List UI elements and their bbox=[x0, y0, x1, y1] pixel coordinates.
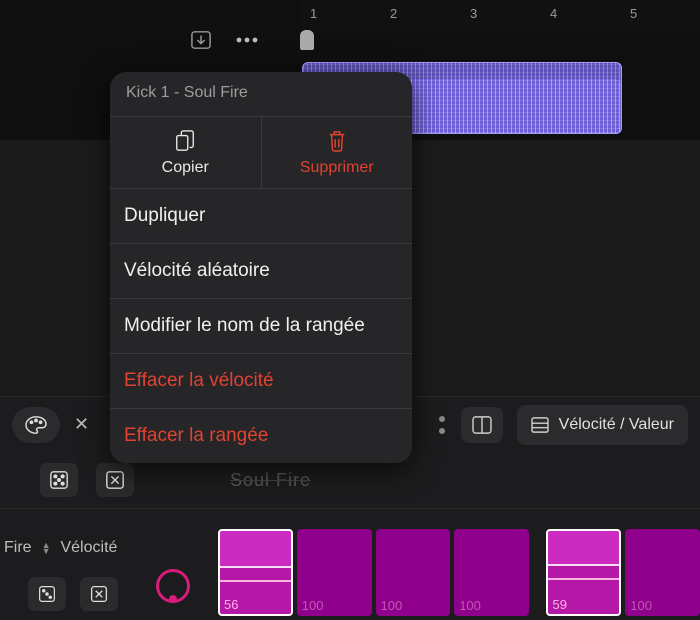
bar-number: 4 bbox=[550, 6, 557, 21]
delete-button[interactable]: Supprimer bbox=[262, 117, 413, 188]
row-tools bbox=[28, 577, 118, 611]
row-lane-label: Vélocité bbox=[60, 539, 117, 557]
menu-item-random-velocity[interactable]: Vélocité aléatoire bbox=[110, 243, 412, 298]
bar-number: 1 bbox=[310, 6, 317, 21]
step-cell[interactable]: 100 bbox=[454, 529, 529, 616]
bar-number: 5 bbox=[630, 6, 637, 21]
drag-handle-icon[interactable] bbox=[439, 416, 445, 434]
edit-mode-label: Vélocité / Valeur bbox=[559, 416, 674, 434]
menu-item-clear-velocity[interactable]: Effacer la vélocité bbox=[110, 353, 412, 408]
delete-label: Supprimer bbox=[300, 159, 374, 177]
dice-button[interactable] bbox=[40, 463, 78, 497]
step-sequencer-row: Fire ▲▼ Vélocité 56 100 100 100 59 100 bbox=[0, 508, 700, 620]
step-cell[interactable]: 56 bbox=[218, 529, 293, 616]
step-value: 100 bbox=[302, 598, 324, 613]
step-value: 56 bbox=[224, 597, 238, 612]
edit-mode-selector[interactable]: Vélocité / Valeur bbox=[517, 405, 688, 445]
row-clear-button[interactable] bbox=[80, 577, 118, 611]
bar-number: 3 bbox=[470, 6, 477, 21]
clear-button[interactable] bbox=[96, 463, 134, 497]
palette-button[interactable] bbox=[12, 407, 60, 443]
context-menu-actions-row: Copier Supprimer bbox=[110, 116, 412, 188]
menu-item-rename-row[interactable]: Modifier le nom de la rangée bbox=[110, 298, 412, 353]
row-header[interactable]: Fire ▲▼ Vélocité bbox=[0, 539, 150, 557]
context-menu-title: Kick 1 - Soul Fire bbox=[110, 72, 412, 116]
import-icon[interactable] bbox=[190, 30, 212, 50]
step-value: 100 bbox=[630, 598, 652, 613]
close-icon[interactable]: ✕ bbox=[74, 414, 89, 435]
step-cell[interactable]: 100 bbox=[297, 529, 372, 616]
panel-layout-button[interactable] bbox=[461, 407, 503, 443]
region-name-ghost: Soul Fire bbox=[230, 470, 311, 491]
step-cell[interactable]: 100 bbox=[625, 529, 700, 616]
copy-label: Copier bbox=[162, 159, 209, 177]
playhead-icon[interactable] bbox=[300, 30, 314, 50]
bar-number: 2 bbox=[390, 6, 397, 21]
menu-item-duplicate[interactable]: Dupliquer bbox=[110, 188, 412, 243]
velocity-knob[interactable] bbox=[156, 569, 190, 603]
row-name: Fire bbox=[4, 539, 32, 557]
step-cell[interactable]: 59 bbox=[546, 529, 621, 616]
step-value: 59 bbox=[552, 597, 566, 612]
step-value: 100 bbox=[381, 598, 403, 613]
step-cell[interactable]: 100 bbox=[376, 529, 451, 616]
menu-item-clear-row[interactable]: Effacer la rangée bbox=[110, 408, 412, 463]
timeline-ruler[interactable]: 1 2 3 4 5 bbox=[302, 0, 700, 30]
context-menu: Kick 1 - Soul Fire Copier Supprimer Dupl… bbox=[110, 72, 412, 463]
step-value: 100 bbox=[459, 598, 481, 613]
more-icon[interactable] bbox=[236, 37, 258, 43]
copy-button[interactable]: Copier bbox=[110, 117, 262, 188]
step-cells: 56 100 100 100 59 100 bbox=[218, 529, 700, 616]
row-dice-button[interactable] bbox=[28, 577, 66, 611]
sort-icon[interactable]: ▲▼ bbox=[42, 542, 51, 554]
